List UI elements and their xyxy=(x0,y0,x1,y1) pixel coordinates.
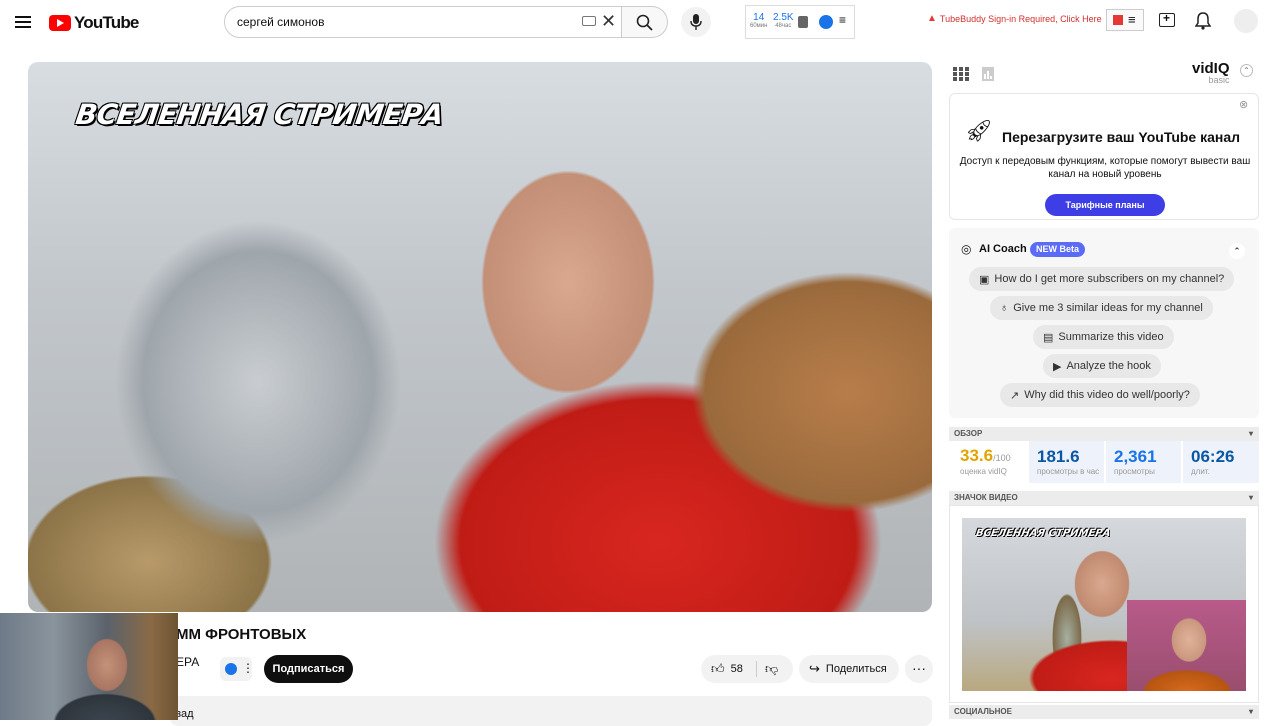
duration: 06:26 длит. xyxy=(1183,441,1259,483)
lightbulb-icon: ♁ xyxy=(1000,302,1009,314)
more-actions-icon[interactable]: ··· xyxy=(905,655,933,683)
tubebuddy-icon[interactable] xyxy=(819,15,833,29)
like-dislike-group: 👍︎ 58 👎︎ xyxy=(701,655,793,683)
youtube-logo-text: YouTube xyxy=(74,13,139,32)
video-title: ММ ФРОНТОВЫХ xyxy=(176,626,307,643)
video-thumbnail[interactable]: ВСЕЛЕННАЯ СТРИМЕРА xyxy=(962,518,1246,691)
thumbs-up-icon: 👍︎ xyxy=(711,661,725,676)
menu-icon[interactable] xyxy=(15,13,31,31)
tubebuddy-signin-warning[interactable]: ▲ TubeBuddy Sign-in Required, Click Here xyxy=(927,13,1102,24)
menu-lines-icon[interactable]: ≡ xyxy=(839,13,846,27)
stats-view-icon[interactable] xyxy=(982,67,994,86)
masthead: YouTube сергей симонов ✕ 14 60мин 2.5K 4… xyxy=(0,0,1280,44)
tb-stat-60min: 14 60мин xyxy=(750,12,768,29)
views-per-hour: 181.6 просмотры в час xyxy=(1029,441,1104,483)
dislike-button[interactable]: 👎︎ xyxy=(757,661,778,677)
coach-question-subscribers[interactable]: ▣ How do I get more subscribers on my cha… xyxy=(969,267,1235,291)
video-player[interactable]: ВСЕЛЕННАЯ СТРИМЕРА xyxy=(28,62,932,612)
coach-question-summarize[interactable]: ▤ Summarize this video xyxy=(1033,325,1174,349)
rocket-icon: 🚀︎ xyxy=(965,118,993,143)
search-icon xyxy=(636,14,653,31)
line-chart-icon: ↗ xyxy=(1010,389,1020,402)
coach-question-hook[interactable]: ▶ Analyze the hook xyxy=(1043,354,1161,378)
voice-search-button[interactable] xyxy=(681,7,711,37)
tubebuddy-stats-widget[interactable]: 14 60мин 2.5K 48час ≡ xyxy=(745,5,855,39)
document-icon: ▤ xyxy=(1043,331,1054,344)
description-box[interactable]: зад xyxy=(170,696,932,726)
ai-coach-title: AI Coach xyxy=(979,243,1027,255)
thumbs-down-icon: 👎︎ xyxy=(765,661,779,676)
chevron-down-icon: ▾ xyxy=(1248,429,1253,438)
more-vert-icon: ⋮ xyxy=(242,661,254,675)
menu-lines-icon: ≡ xyxy=(1128,12,1136,27)
streamer-webcam-overlay xyxy=(0,613,178,720)
social-section-header[interactable]: СОЦИАЛЬНОЕ ▾ xyxy=(949,705,1259,719)
tubebuddy-channel-button[interactable]: ⋮ xyxy=(220,657,254,681)
like-button[interactable]: 👍︎ 58 xyxy=(701,661,757,677)
youtube-play-icon xyxy=(49,15,71,31)
channel-name[interactable]: ЕРА xyxy=(176,655,199,669)
search-query: сергей симонов xyxy=(237,15,325,29)
chevron-down-icon: ▾ xyxy=(1248,707,1253,716)
microphone-icon xyxy=(690,14,702,30)
views: 2,361 просмотры xyxy=(1106,441,1181,483)
promo-title: Перезагрузите ваш YouTube канал xyxy=(1002,129,1241,145)
warning-icon: ▲ xyxy=(927,13,937,24)
tubebuddy-logo-icon xyxy=(1113,15,1123,25)
coach-question-performance[interactable]: ↗ Why did this video do well/poorly? xyxy=(1000,383,1200,407)
thumbnail-overlay-title: ВСЕЛЕННАЯ СТРИМЕРА xyxy=(975,528,1112,539)
avatar[interactable] xyxy=(1234,9,1258,33)
promo-text: Доступ к передовым функциям, которые пом… xyxy=(959,156,1251,180)
play-box-icon: ▶ xyxy=(1053,360,1062,373)
like-count: 58 xyxy=(730,663,743,675)
create-video-icon[interactable]: + xyxy=(1159,11,1175,27)
chevron-down-icon: ▾ xyxy=(1248,493,1253,502)
close-icon[interactable]: ⊗ xyxy=(1239,98,1248,111)
coach-question-ideas[interactable]: ♁ Give me 3 similar ideas for my channel xyxy=(990,296,1213,320)
clear-icon[interactable]: ✕ xyxy=(601,11,616,32)
thumbnail-webcam-inset xyxy=(1127,600,1246,691)
vidiq-logo[interactable]: vidIQ basic xyxy=(1192,60,1230,85)
grid-view-icon[interactable] xyxy=(953,67,969,86)
chat-bubble-icon: ◎ xyxy=(961,242,972,256)
overview-section-header[interactable]: ОБЗОР ▾ xyxy=(949,427,1259,441)
pricing-plans-button[interactable]: Тарифные планы xyxy=(1045,194,1165,216)
tubebuddy-icon xyxy=(225,663,237,675)
chart-icon[interactable] xyxy=(798,16,808,28)
collapse-icon[interactable]: ⌃ xyxy=(1240,64,1253,77)
new-beta-badge: NEW Beta xyxy=(1030,242,1086,257)
vidiq-score: 33.6/100 оценка vidIQ xyxy=(960,446,1011,476)
share-button[interactable]: ↪ Поделиться xyxy=(799,655,899,683)
vidiq-promo-card: ⊗ 🚀︎ Перезагрузите ваш YouTube канал Дос… xyxy=(949,93,1259,220)
keyboard-icon[interactable] xyxy=(582,16,596,26)
subscribe-button[interactable]: Подписаться xyxy=(264,655,353,683)
tubebuddy-menu-button[interactable]: ≡ xyxy=(1106,9,1144,31)
notifications-bell-icon[interactable] xyxy=(1195,12,1211,30)
tb-stat-48h: 2.5K 48час xyxy=(773,12,794,29)
search-input[interactable]: сергей симонов ✕ xyxy=(224,6,622,38)
thumbnail-section-header[interactable]: ЗНАЧОК ВИДЕО ▾ xyxy=(949,491,1259,505)
video-overlay-title: ВСЕЛЕННАЯ СТРИМЕРА xyxy=(73,98,446,131)
youtube-logo[interactable]: YouTube xyxy=(49,13,139,33)
video-icon: ▣ xyxy=(979,273,990,286)
chevron-up-icon[interactable]: ⌃ xyxy=(1229,243,1245,259)
overview-stats: 33.6/100 оценка vidIQ 181.6 просмотры в … xyxy=(949,441,1259,483)
search-button[interactable] xyxy=(622,6,668,38)
share-icon: ↪ xyxy=(809,661,820,676)
